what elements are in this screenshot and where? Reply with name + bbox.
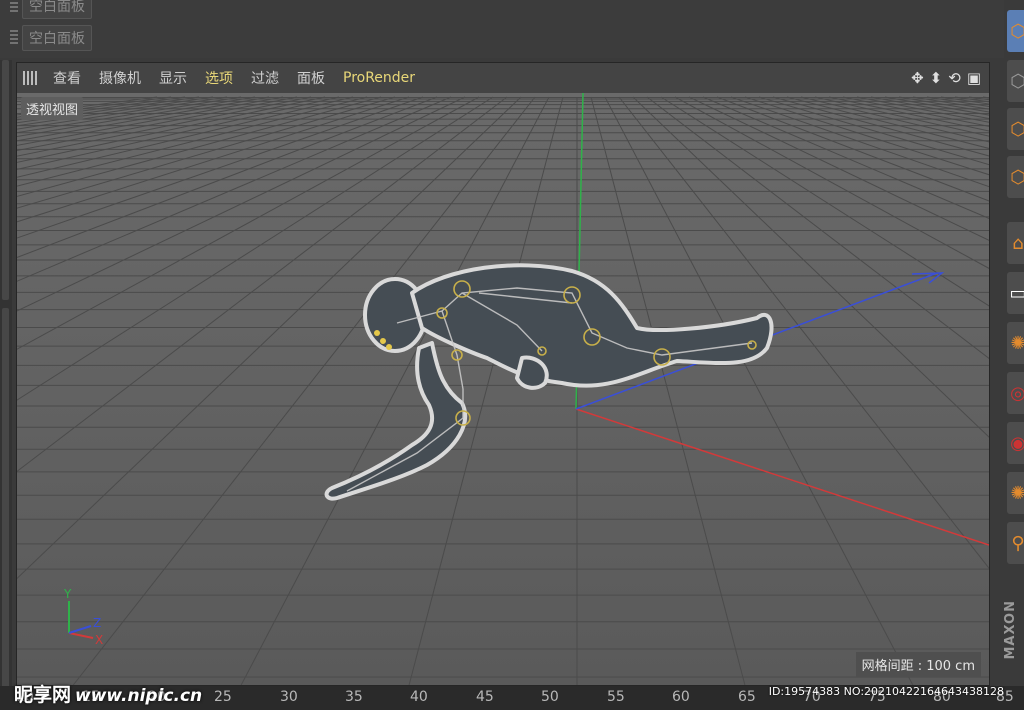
maximize-icon[interactable]: ▣ bbox=[967, 69, 981, 87]
ruler-tick: 25 bbox=[214, 689, 232, 705]
ruler-tick: 65 bbox=[738, 689, 756, 705]
light-tool-button[interactable]: ✺ bbox=[1007, 322, 1024, 364]
scene-canvas: Y X Z bbox=[17, 93, 989, 685]
effector-tool-button[interactable]: ◉ bbox=[1007, 422, 1024, 464]
ruler-tick: 45 bbox=[476, 689, 494, 705]
menu-panel[interactable]: 面板 bbox=[297, 68, 325, 88]
viewport-nav-icons: ✥ ⬍ ⟲ ▣ bbox=[911, 69, 981, 87]
menu-view[interactable]: 查看 bbox=[53, 68, 81, 88]
deformer-tool-button[interactable]: ⌂ bbox=[1007, 222, 1024, 264]
menu-camera[interactable]: 摄像机 bbox=[99, 68, 141, 88]
ruler-tick: 60 bbox=[672, 689, 690, 705]
model-knee bbox=[515, 355, 549, 390]
blank-panel-2[interactable]: 空白面板 bbox=[10, 24, 92, 52]
blank-panel-1[interactable]: 空白面板 bbox=[10, 0, 92, 20]
left-rail bbox=[0, 60, 12, 690]
blank-panel-label: 空白面板 bbox=[22, 0, 92, 19]
top-panel-area: 空白面板 空白面板 bbox=[0, 0, 1004, 58]
left-rail-segment bbox=[2, 308, 9, 688]
viewport-background bbox=[17, 93, 989, 685]
grip-icon bbox=[10, 0, 18, 14]
viewport-panel: 查看 摄像机 显示 选项 过滤 面板 ProRender ✥ ⬍ ⟲ ▣ Y X… bbox=[16, 62, 990, 686]
panel-grip-icon[interactable] bbox=[23, 71, 39, 85]
rotate-icon[interactable]: ⟲ bbox=[948, 69, 961, 87]
cube-tool-button[interactable]: ⬡ bbox=[1007, 10, 1024, 52]
gizmo-y-label: Y bbox=[63, 587, 72, 601]
object-tool-button[interactable]: ⬡ bbox=[1007, 60, 1024, 102]
watermark-id: ID:19574383 NO:20210422164643438128 bbox=[768, 685, 1004, 698]
ruler-tick: 40 bbox=[410, 689, 428, 705]
maxon-logo: MAXON bbox=[1003, 600, 1018, 660]
camera-icon: ▭ bbox=[1009, 282, 1024, 304]
object-icon: ⬡ bbox=[1010, 118, 1024, 140]
ruler-tick: 55 bbox=[607, 689, 625, 705]
light-icon: ✺ bbox=[1010, 332, 1024, 354]
light-tool-button[interactable]: ✺ bbox=[1007, 472, 1024, 514]
deformer-icon: ⌂ bbox=[1012, 232, 1024, 254]
tag-tool-button[interactable]: ⚲ bbox=[1007, 522, 1024, 564]
object-icon: ⬡ bbox=[1010, 166, 1024, 188]
object-icon: ⬡ bbox=[1010, 70, 1024, 92]
grip-icon bbox=[10, 30, 18, 46]
move-icon[interactable]: ✥ bbox=[911, 69, 924, 87]
watermark-site: www.nipic.cn bbox=[75, 686, 203, 706]
gizmo-x-label: X bbox=[95, 633, 103, 647]
grid-spacing-readout: 网格间距 : 100 cm bbox=[855, 652, 981, 677]
menu-options[interactable]: 选项 bbox=[205, 68, 233, 88]
menu-filter[interactable]: 过滤 bbox=[251, 68, 279, 88]
zoom-icon[interactable]: ⬍ bbox=[930, 69, 943, 87]
object-tool-button[interactable]: ⬡ bbox=[1007, 108, 1024, 150]
left-rail-segment bbox=[2, 60, 9, 300]
ruler-tick: 50 bbox=[541, 689, 559, 705]
blank-panel-label: 空白面板 bbox=[22, 25, 92, 51]
light-icon: ✺ bbox=[1010, 482, 1024, 504]
effector-tool-button[interactable]: ◎ bbox=[1007, 372, 1024, 414]
gizmo-z-label: Z bbox=[93, 616, 101, 630]
view-name-label[interactable]: 透视视图 bbox=[21, 97, 84, 120]
viewport-menubar: 查看 摄像机 显示 选项 过滤 面板 ProRender ✥ ⬍ ⟲ ▣ bbox=[17, 63, 989, 93]
watermark-brand: 昵享网 bbox=[14, 684, 72, 706]
tag-icon: ⚲ bbox=[1011, 532, 1024, 554]
ruler-tick: 35 bbox=[345, 689, 363, 705]
ruler-tick: 30 bbox=[280, 689, 298, 705]
object-tool-button[interactable]: ⬡ bbox=[1007, 156, 1024, 198]
cube-icon: ⬡ bbox=[1010, 20, 1024, 42]
watermark-logo: 昵享网 www.nipic.cn bbox=[14, 680, 202, 707]
menu-prorender[interactable]: ProRender bbox=[343, 70, 415, 86]
effector-icon: ◉ bbox=[1010, 432, 1024, 454]
menu-display[interactable]: 显示 bbox=[159, 68, 187, 88]
effector-icon: ◎ bbox=[1010, 382, 1024, 404]
camera-tool-button[interactable]: ▭ bbox=[1007, 272, 1024, 314]
perspective-viewport[interactable]: Y X Z 透视视图 网格间距 : 100 cm bbox=[17, 93, 989, 685]
